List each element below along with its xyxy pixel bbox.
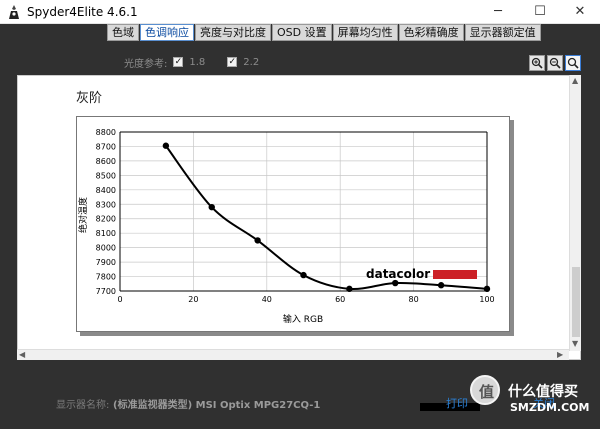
title-bar: Spyder4Elite 4.6.1 ─ ☐ ✕: [0, 0, 600, 24]
datacolor-logo-bar: [433, 270, 477, 279]
smzdm-badge-text: 值: [479, 383, 495, 401]
monitor-name-label: 显示器名称:: [56, 400, 110, 411]
data-point: [300, 271, 307, 279]
y-tick-label: 8800: [96, 128, 116, 137]
maximize-button[interactable]: ☐: [520, 0, 560, 24]
y-tick-label: 8400: [96, 186, 116, 195]
x-tick-label: 0: [117, 295, 122, 304]
chart-axes: [119, 131, 488, 292]
data-point: [437, 282, 445, 289]
scroll-up-icon[interactable]: ▲: [572, 76, 578, 85]
tab-monitor-rating[interactable]: 显示器额定值: [464, 24, 541, 41]
x-tick-label: 60: [335, 295, 345, 304]
data-point: [208, 203, 215, 211]
datacolor-logo-text: datacolor: [366, 267, 430, 281]
x-tick-label: 80: [409, 295, 419, 304]
datacolor-logo: datacolor: [366, 267, 477, 281]
data-point: [346, 285, 353, 293]
tab-tone-response[interactable]: 色调响应: [140, 24, 194, 41]
y-tick-label: 8500: [96, 171, 116, 180]
y-tick-label: 7800: [96, 273, 116, 282]
zoom-out-button[interactable]: [547, 55, 563, 71]
gamma-1-8-label: 1.8: [189, 56, 206, 68]
window-title: Spyder4Elite 4.6.1: [27, 5, 138, 19]
chart-canvas: 7700 7800 7900 8000 8100 8200 8300 8400 8500 8600…: [77, 128, 495, 325]
gamma-1-8-checkbox[interactable]: ✓: [173, 57, 184, 67]
data-point: [254, 237, 261, 244]
x-tick-label: 20: [188, 295, 198, 304]
tab-color-accuracy[interactable]: 色彩精确度: [398, 24, 464, 41]
search-icon: [567, 57, 579, 69]
y-tick-label: 8300: [96, 200, 116, 209]
gamma-2-2-checkbox[interactable]: ✓: [227, 57, 238, 67]
horizontal-scrollbar[interactable]: ◀ ▶: [17, 349, 569, 360]
y-tick-label: 8100: [96, 229, 116, 238]
gamma-reference-label: 光度参考:: [124, 58, 168, 70]
tab-brightness-contrast[interactable]: 亮度与对比度: [195, 24, 271, 41]
smzdm-watermark-domain: SMZDM.COM: [510, 401, 590, 414]
print-button[interactable]: 打印: [446, 395, 468, 411]
grayscale-chart: 7700 7800 7900 8000 8100 8200 8300 8400 8500 8600…: [76, 116, 510, 332]
y-tick-label: 8700: [96, 142, 116, 151]
app-icon: [9, 5, 19, 19]
gamma-2-2-label: 2.2: [243, 56, 260, 68]
zoom-out-icon: [549, 57, 561, 69]
vertical-scroll-thumb[interactable]: [572, 267, 580, 337]
data-point: [483, 285, 491, 293]
y-tick-label: 7900: [96, 258, 116, 267]
minimize-button[interactable]: ─: [478, 0, 518, 24]
tab-gamut[interactable]: 色域: [107, 24, 139, 41]
zoom-in-button[interactable]: [529, 55, 545, 71]
y-tick-label: 8000: [96, 244, 116, 253]
scroll-down-icon[interactable]: ▼: [572, 339, 578, 348]
y-tick-label: 8200: [96, 215, 116, 224]
section-title: 灰阶: [76, 91, 103, 106]
y-tick-label: 7700: [96, 287, 116, 296]
gamma-reference-row: 光度参考: ✓ 1.8 ✓ 2.2: [124, 55, 275, 70]
chart-y-label: 绝对温度: [77, 197, 89, 233]
y-tick-label: 8600: [96, 157, 116, 166]
series-line: [165, 145, 488, 290]
data-point: [392, 279, 399, 287]
tab-bar: 色域 色调响应 亮度与对比度 OSD 设置 屏幕均匀性 色彩精确度 显示器额定值: [107, 24, 542, 41]
tab-uniformity[interactable]: 屏幕均匀性: [332, 24, 398, 41]
chart-x-label: 输入 RGB: [283, 313, 323, 325]
tab-osd-settings[interactable]: OSD 设置: [272, 24, 332, 41]
smzdm-watermark-text: 什么值得买: [508, 384, 578, 400]
data-point: [162, 142, 170, 149]
smzdm-logo-icon: 值: [470, 375, 500, 405]
x-tick-label: 100: [479, 295, 494, 304]
monitor-name-value: (标准监视器类型) MSI Optix MPG27CQ-1: [113, 400, 321, 411]
x-tick-label: 40: [262, 295, 272, 304]
scroll-left-icon[interactable]: ◀: [19, 350, 25, 359]
zoom-in-icon: [531, 57, 543, 69]
close-window-button[interactable]: ✕: [560, 0, 600, 24]
vertical-scrollbar[interactable]: ▲ ▼: [569, 75, 581, 351]
scroll-right-icon[interactable]: ▶: [557, 350, 563, 359]
report-viewport: 灰阶 7700 7800 7900 8000 8100 8200 8300 8400 8500 8…: [17, 75, 581, 360]
chart-gridlines: [119, 131, 488, 292]
zoom-fit-button[interactable]: [565, 55, 581, 71]
